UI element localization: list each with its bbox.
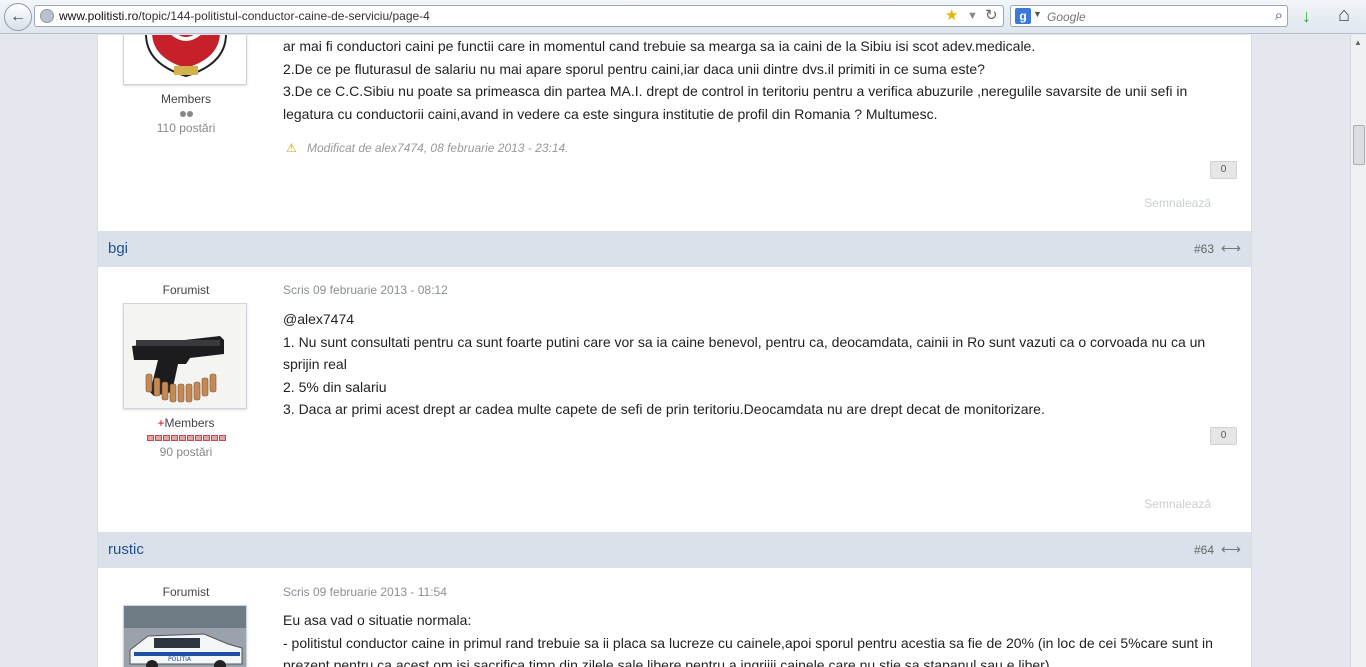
svg-text:POLITIA: POLITIA <box>168 656 192 663</box>
emblem-avatar-image <box>124 35 246 84</box>
home-icon[interactable]: ⌂ <box>1338 4 1350 27</box>
vertical-scrollbar[interactable]: ▲ <box>1350 35 1366 667</box>
post-line: - politistul conductor caine in primul r… <box>283 634 1213 651</box>
rank-pips <box>98 111 274 117</box>
back-arrow-icon: ← <box>10 8 26 25</box>
google-engine-icon[interactable]: g <box>1015 8 1031 24</box>
scroll-thumb[interactable] <box>1353 125 1365 165</box>
search-bar[interactable]: g ▼ Google ⌕ <box>1010 5 1288 27</box>
user-group: Members <box>160 92 211 106</box>
user-title: Forumist <box>162 585 210 599</box>
post-line: 3. Daca ar primi acest drept ar cadea mu… <box>283 401 1045 417</box>
post-count: 90 postări <box>159 445 213 459</box>
post-date: Scris 09 februarie 2013 - 08:12 <box>283 283 448 297</box>
warning-icon: ⚠ <box>286 141 297 155</box>
user-title: Forumist <box>162 283 210 297</box>
post-line: ar mai fi conductori caini pe functii ca… <box>283 38 1036 54</box>
post-count: 110 postări <box>156 121 216 135</box>
post-body: Eu asa vad o situatie normala: - politis… <box>283 609 1233 667</box>
avatar-prev <box>123 35 247 85</box>
post-author-link[interactable]: rustic <box>108 541 144 558</box>
browser-toolbar: ← www.politisti.ro/topic/144-politistul-… <box>0 0 1366 34</box>
search-input[interactable]: Google <box>1047 10 1086 24</box>
post-line: 1. Nu sunt consultati pentru ca sunt foa… <box>283 333 1206 373</box>
post-body: ar mai fi conductori caini pe functii ca… <box>283 35 1233 125</box>
back-button[interactable]: ← <box>4 3 32 31</box>
engine-dropdown-icon[interactable]: ▼ <box>1033 9 1042 19</box>
post-author-info: Forumist <box>98 585 274 599</box>
report-link[interactable]: Semnalează <box>1144 196 1211 210</box>
post-line: Eu asa vad o situatie normala: <box>283 612 472 628</box>
history-dropdown-icon[interactable]: ▼ <box>967 8 978 24</box>
scroll-up-icon[interactable]: ▲ <box>1354 38 1362 47</box>
forum-topic: Members 110 postări ar mai fi conductori… <box>97 35 1252 667</box>
post-body: @alex7474 1. Nu sunt consultati pentru c… <box>283 308 1233 421</box>
post-line: prezent pentru ca acest om isi sacrifica… <box>283 657 1050 667</box>
url-text: www.politisti.ro/topic/144-politistul-co… <box>59 9 430 23</box>
search-icon[interactable]: ⌕ <box>1275 7 1283 24</box>
page-viewport: Members 110 postări ar mai fi conductori… <box>0 35 1350 667</box>
post-header: bgi #63 ⟷ <box>98 231 1251 267</box>
reload-icon[interactable]: ↻ <box>985 8 998 24</box>
report-link[interactable]: Semnalează <box>1144 497 1211 511</box>
share-icon[interactable]: ⟷ <box>1221 240 1241 257</box>
user-group: +Members <box>157 416 215 430</box>
pistol-avatar-image <box>124 304 246 408</box>
address-bar[interactable]: www.politisti.ro/topic/144-politistul-co… <box>34 5 1004 27</box>
police-car-avatar-image: POLITIA <box>124 606 246 667</box>
post-line: 2. 5% din salariu <box>283 378 387 395</box>
post-line: @alex7474 <box>283 311 355 327</box>
download-arrow-icon[interactable]: ↓ <box>1302 6 1311 27</box>
bookmark-star-icon[interactable]: ★ <box>945 8 958 24</box>
post-number-link[interactable]: #64 <box>1194 543 1214 557</box>
post-date: Scris 09 februarie 2013 - 11:54 <box>283 585 447 599</box>
rank-pips <box>98 435 274 441</box>
post-author-link[interactable]: bgi <box>108 240 128 257</box>
post-header: rustic #64 ⟷ <box>98 532 1251 568</box>
post-line: 2.De ce pe fluturasul de salariu nu mai … <box>283 60 985 77</box>
avatar-rustic[interactable]: POLITIA <box>123 605 247 667</box>
post-author-info: Forumist <box>98 283 274 297</box>
post-number-link[interactable]: #63 <box>1194 242 1214 256</box>
avatar-bgi[interactable] <box>123 303 247 409</box>
post-line: 3.De ce C.C.Sibiu nu poate sa primeasca … <box>283 83 1188 122</box>
edit-note: Modificat de alex7474, 08 februarie 2013… <box>307 141 569 155</box>
reputation-counter[interactable]: 0 <box>1210 427 1237 445</box>
post-author-group: +Members 90 postări <box>98 416 274 459</box>
site-identity-icon[interactable] <box>40 9 54 23</box>
share-icon[interactable]: ⟷ <box>1221 541 1241 558</box>
reputation-counter[interactable]: 0 <box>1210 161 1237 179</box>
